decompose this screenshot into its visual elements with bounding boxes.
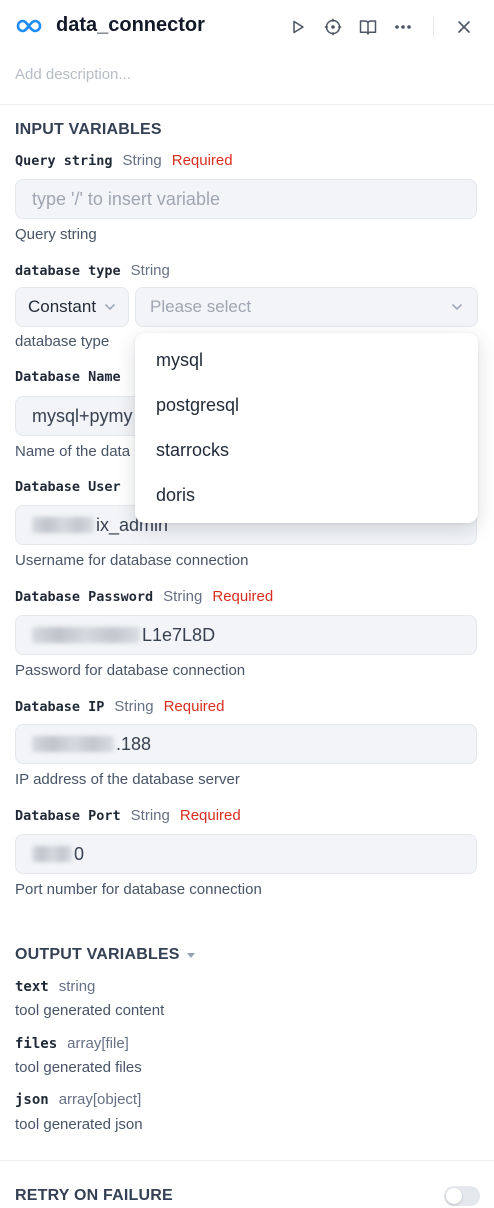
database-name-label-row: Database Name xyxy=(15,369,121,385)
database-name-help: Name of the data xyxy=(15,443,131,460)
divider xyxy=(0,104,494,105)
variable-type: String xyxy=(163,588,203,605)
query-string-input[interactable]: type '/' to insert variable xyxy=(15,179,477,219)
redacted-blur xyxy=(32,627,140,643)
redacted-blur xyxy=(32,517,94,533)
output-item: files array[file] xyxy=(15,1035,129,1052)
database-password-help: Password for database connection xyxy=(15,662,246,679)
close-icon[interactable] xyxy=(453,16,475,38)
dropdown-option-doris[interactable]: doris xyxy=(135,473,478,517)
output-item: text string xyxy=(15,978,95,995)
output-type: string xyxy=(58,978,96,995)
constant-mode-select[interactable]: Constant xyxy=(15,287,129,327)
output-name: json xyxy=(15,1092,49,1108)
toggle-knob xyxy=(446,1188,462,1204)
query-string-label-row: Query string String Required xyxy=(15,152,233,169)
output-variables-title: OUTPUT VARIABLES xyxy=(15,946,180,963)
variable-type: String xyxy=(130,262,170,279)
redacted-blur xyxy=(32,736,114,752)
required-badge: Required xyxy=(163,698,225,715)
required-badge: Required xyxy=(171,152,233,169)
variable-name: Database Port xyxy=(15,808,121,824)
database-type-label-row: database type String xyxy=(15,262,170,279)
variable-name: database type xyxy=(15,263,121,279)
database-port-help: Port number for database connection xyxy=(15,881,262,898)
divider xyxy=(0,1160,494,1161)
description-input[interactable]: Add description... xyxy=(15,66,131,83)
chevron-down-icon xyxy=(451,303,463,311)
target-icon[interactable] xyxy=(322,16,344,38)
database-password-label-row: Database Password String Required xyxy=(15,588,273,605)
dropdown-option-mysql[interactable]: mysql xyxy=(135,338,478,382)
caret-down-icon xyxy=(186,952,195,958)
output-type: array[object] xyxy=(58,1091,142,1108)
retry-toggle[interactable] xyxy=(444,1186,480,1206)
infinity-logo-icon xyxy=(16,19,42,33)
database-port-label-row: Database Port String Required xyxy=(15,807,241,824)
database-password-input[interactable]: L1e7L8D xyxy=(15,615,477,655)
input-value: mysql+pymy xyxy=(32,405,133,426)
variable-type: String xyxy=(130,807,170,824)
variable-name: Query string xyxy=(15,153,113,169)
variable-type: String xyxy=(122,152,162,169)
dropdown-option-starrocks[interactable]: starrocks xyxy=(135,428,478,472)
input-value: L1e7L8D xyxy=(142,624,216,645)
database-ip-label-row: Database IP String Required xyxy=(15,698,224,715)
input-value: .188 xyxy=(116,733,152,754)
input-value: 0 xyxy=(74,843,85,864)
input-variables-title: INPUT VARIABLES xyxy=(15,121,162,138)
database-type-dropdown: mysql postgresql starrocks doris xyxy=(135,333,478,523)
output-desc: tool generated json xyxy=(15,1116,143,1133)
output-desc: tool generated files xyxy=(15,1059,142,1076)
header-divider xyxy=(433,17,434,37)
panel-header: data_connector xyxy=(0,0,494,54)
output-desc: tool generated content xyxy=(15,1002,165,1019)
required-badge: Required xyxy=(179,807,241,824)
database-type-help: database type xyxy=(15,333,110,350)
database-ip-input[interactable]: .188 xyxy=(15,724,477,764)
select-placeholder: Please select xyxy=(150,297,252,316)
play-icon[interactable] xyxy=(287,16,309,38)
required-badge: Required xyxy=(212,588,274,605)
retry-on-failure-title: RETRY ON FAILURE xyxy=(15,1187,173,1204)
database-type-select[interactable]: Please select xyxy=(135,287,478,327)
query-string-help: Query string xyxy=(15,226,97,243)
database-user-help: Username for database connection xyxy=(15,552,249,569)
variable-name: Database User xyxy=(15,479,121,495)
node-title[interactable]: data_connector xyxy=(56,14,205,37)
mode-value: Constant xyxy=(28,297,97,316)
output-name: text xyxy=(15,979,49,995)
output-variables-header[interactable]: OUTPUT VARIABLES xyxy=(15,946,196,964)
variable-name: Database Password xyxy=(15,589,154,605)
dropdown-option-postgresql[interactable]: postgresql xyxy=(135,383,478,427)
database-ip-help: IP address of the database server xyxy=(15,771,240,788)
output-item: json array[object] xyxy=(15,1091,141,1108)
variable-name: Database IP xyxy=(15,699,105,715)
database-user-label-row: Database User xyxy=(15,479,121,495)
chevron-down-icon xyxy=(104,303,116,311)
output-type: array[file] xyxy=(67,1035,129,1052)
database-port-input[interactable]: 0 xyxy=(15,834,477,874)
redacted-blur xyxy=(32,846,72,862)
book-icon[interactable] xyxy=(357,16,379,38)
output-name: files xyxy=(15,1036,58,1052)
more-icon[interactable] xyxy=(392,16,414,38)
variable-type: String xyxy=(114,698,154,715)
variable-name: Database Name xyxy=(15,369,121,385)
